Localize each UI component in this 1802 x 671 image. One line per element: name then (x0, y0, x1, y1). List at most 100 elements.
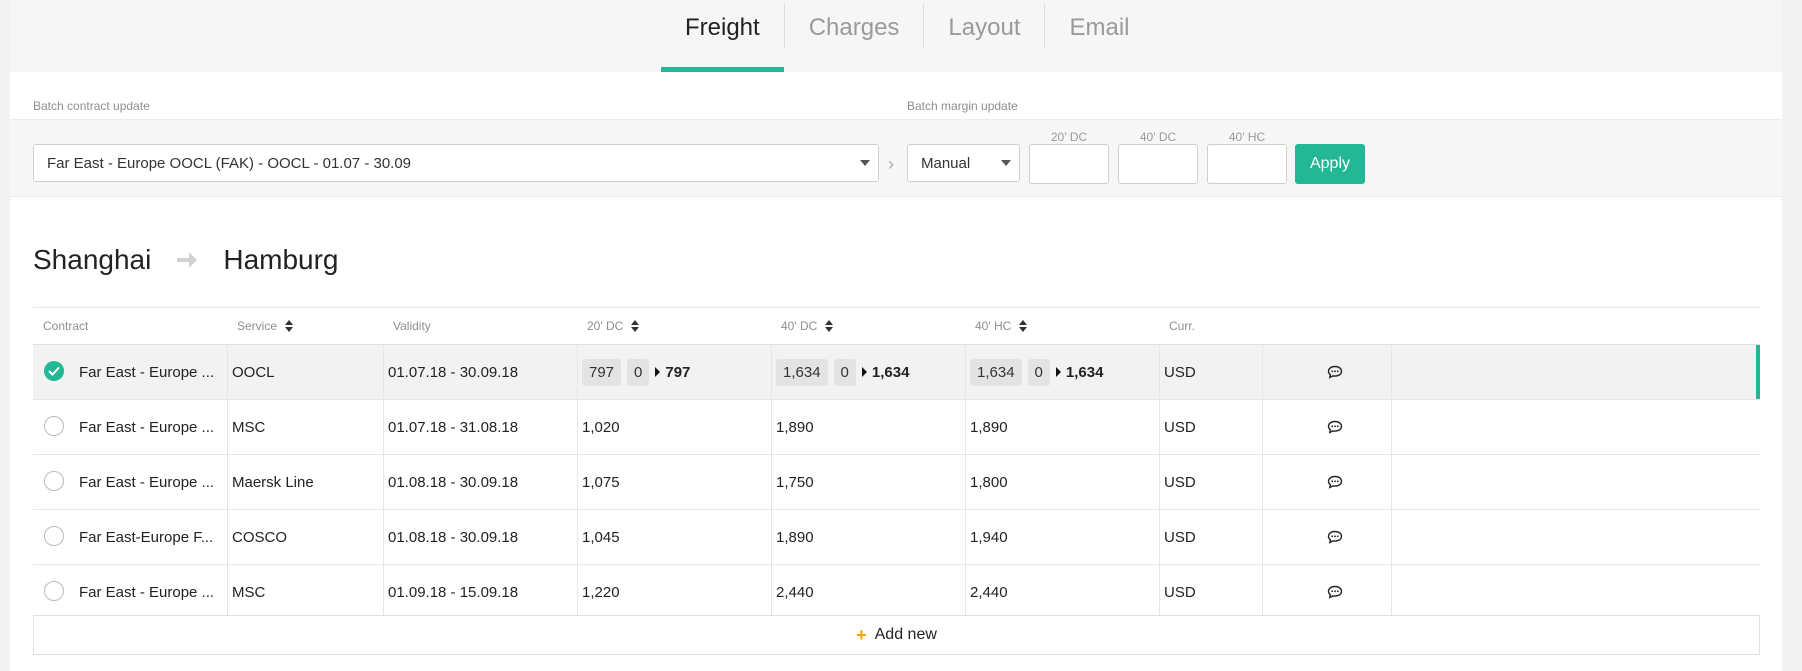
currency-cell: USD (1164, 363, 1196, 381)
rate-40dc-cell: 1,890 (776, 418, 814, 436)
margin-mode-value: Manual (921, 154, 971, 172)
comment-button[interactable] (1327, 565, 1343, 619)
tab-freight[interactable]: Freight (661, 0, 784, 72)
contract-cell: Far East-Europe F... (79, 528, 214, 546)
check-icon[interactable] (44, 361, 64, 381)
margin-20dc-input[interactable] (1029, 144, 1109, 184)
contract-select-value: Far East - Europe OOCL (FAK) - OOCL - 01… (47, 154, 412, 172)
freight-panel: Freight Charges Layout Email Batch contr… (10, 0, 1782, 671)
validity-cell: 01.08.18 - 30.09.18 (388, 473, 519, 491)
rate-20dc-cell: 1,220 (582, 583, 620, 601)
chevron-down-icon (1001, 160, 1011, 166)
validity-cell: 01.07.18 - 30.09.18 (388, 363, 519, 381)
caret-right-icon (1055, 367, 1061, 377)
service-cell: MSC (232, 583, 266, 601)
arrow-right-icon (177, 252, 198, 268)
margin-value[interactable]: 0 (1027, 358, 1050, 386)
contract-cell: Far East - Europe ... (79, 473, 215, 491)
tab-email[interactable]: Email (1045, 0, 1153, 72)
tab-bar: Freight Charges Layout Email (10, 0, 1782, 72)
validity-cell: 01.07.18 - 31.08.18 (388, 418, 519, 436)
chevron-right-icon: › (888, 154, 894, 174)
margin-mode-select[interactable]: Manual (907, 144, 1020, 182)
total-rate: 797 (665, 363, 691, 381)
margin-40hc-label: 40' HC (1228, 130, 1266, 144)
base-rate: 797 (582, 358, 622, 386)
header-service[interactable]: Service (237, 319, 294, 333)
comment-icon (1327, 530, 1343, 544)
rate-40hc-cell: 1,634 0 1,634 (970, 345, 1103, 399)
rate-20dc-cell: 1,045 (582, 528, 620, 546)
margin-40dc-input[interactable] (1118, 144, 1198, 184)
comment-button[interactable] (1327, 455, 1343, 509)
contract-cell: Far East - Europe ... (79, 363, 215, 381)
header-40dc[interactable]: 40' DC (781, 319, 834, 333)
rate-40dc-cell: 1,634 0 1,634 (776, 345, 909, 399)
total-rate: 1,634 (1065, 363, 1104, 381)
comment-button[interactable] (1327, 400, 1343, 454)
validity-cell: 01.08.18 - 30.09.18 (388, 528, 519, 546)
table-header: Contract Service Validity 20' DC 40' DC … (33, 307, 1760, 345)
header-validity: Validity (393, 319, 431, 333)
rate-40dc-cell: 1,750 (776, 473, 814, 491)
base-rate: 1,634 (970, 358, 1022, 386)
service-cell: MSC (232, 418, 266, 436)
header-currency: Curr. (1169, 319, 1196, 333)
header-20dc[interactable]: 20' DC (587, 319, 640, 333)
contract-cell: Far East - Europe ... (79, 418, 215, 436)
tab-charges[interactable]: Charges (785, 0, 924, 72)
plus-icon: + (856, 624, 867, 645)
sort-icon (825, 320, 834, 332)
margin-value[interactable]: 0 (833, 358, 856, 386)
radio-button[interactable] (44, 581, 64, 601)
validity-cell: 01.09.18 - 15.09.18 (388, 583, 519, 601)
table-row[interactable]: Far East - Europe ... MSC 01.07.18 - 31.… (33, 400, 1760, 455)
margin-value[interactable]: 0 (627, 358, 650, 386)
currency-cell: USD (1164, 583, 1196, 601)
currency-cell: USD (1164, 528, 1196, 546)
comment-icon (1327, 420, 1343, 434)
sort-icon (631, 320, 640, 332)
contract-select[interactable]: Far East - Europe OOCL (FAK) - OOCL - 01… (33, 144, 879, 182)
comment-button[interactable] (1327, 345, 1343, 399)
total-rate: 1,634 (871, 363, 910, 381)
chevron-down-icon (860, 160, 870, 166)
batch-margin-label: Batch margin update (907, 99, 1018, 113)
margin-40hc-input[interactable] (1207, 144, 1287, 184)
caret-right-icon (861, 367, 867, 377)
radio-button[interactable] (44, 416, 64, 436)
rates-table: Contract Service Validity 20' DC 40' DC … (33, 307, 1760, 619)
table-row[interactable]: Far East - Europe ... Maersk Line 01.08.… (33, 455, 1760, 510)
comment-icon (1327, 585, 1343, 599)
rate-40dc-cell: 2,440 (776, 583, 814, 601)
radio-button[interactable] (44, 526, 64, 546)
batch-update-bar: Far East - Europe OOCL (FAK) - OOCL - 01… (10, 119, 1782, 197)
rate-20dc-cell: 1,075 (582, 473, 620, 491)
route-destination: Hamburg (223, 244, 339, 275)
service-cell: Maersk Line (232, 473, 314, 491)
rate-40hc-cell: 1,800 (970, 473, 1008, 491)
table-row[interactable]: Far East - Europe ... MSC 01.09.18 - 15.… (33, 565, 1760, 619)
table-row[interactable]: Far East-Europe F... COSCO 01.08.18 - 30… (33, 510, 1760, 565)
sort-icon (1019, 320, 1028, 332)
comment-button[interactable] (1327, 510, 1343, 564)
rate-20dc-cell: 1,020 (582, 418, 620, 436)
selected-row-indicator (1756, 345, 1760, 399)
margin-40dc-label: 40' DC (1139, 130, 1177, 144)
currency-cell: USD (1164, 418, 1196, 436)
add-new-label: Add new (874, 626, 937, 643)
currency-cell: USD (1164, 473, 1196, 491)
contract-cell: Far East - Europe ... (79, 583, 215, 601)
table-row[interactable]: Far East - Europe ... OOCL 01.07.18 - 30… (33, 345, 1760, 400)
apply-button[interactable]: Apply (1295, 144, 1365, 184)
add-new-button[interactable]: + Add new (33, 615, 1760, 655)
radio-button[interactable] (44, 471, 64, 491)
batch-contract-label: Batch contract update (33, 99, 150, 113)
rate-40dc-cell: 1,890 (776, 528, 814, 546)
tab-layout[interactable]: Layout (924, 0, 1044, 72)
route-title: Shanghai Hamburg (33, 244, 339, 276)
rate-40hc-cell: 2,440 (970, 583, 1008, 601)
route-origin: Shanghai (33, 244, 152, 275)
header-40hc[interactable]: 40' HC (975, 319, 1028, 333)
comment-icon (1327, 365, 1343, 379)
